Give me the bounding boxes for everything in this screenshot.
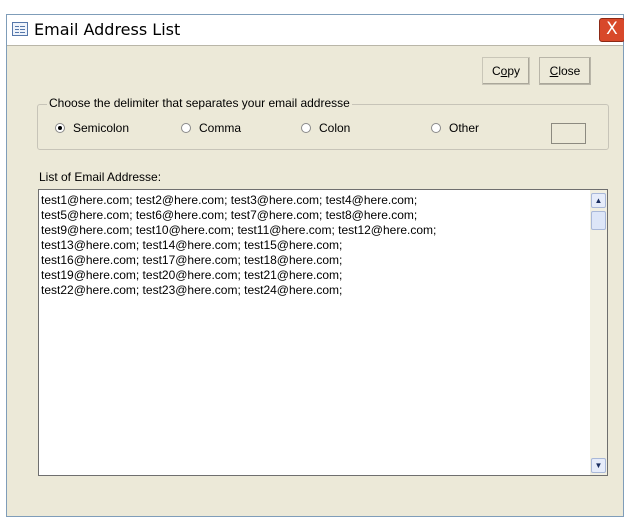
email-line: test9@here.com; test10@here.com; test11@…: [41, 223, 437, 237]
email-line: test13@here.com; test14@here.com; test15…: [41, 238, 343, 252]
copy-label-post: py: [507, 64, 521, 78]
close-button[interactable]: Close: [539, 57, 591, 85]
email-line: test1@here.com; test2@here.com; test3@he…: [41, 193, 418, 207]
radio-other[interactable]: Other: [431, 121, 479, 137]
radio-semicolon[interactable]: Semicolon: [55, 121, 129, 137]
email-line: test19@here.com; test20@here.com; test21…: [41, 268, 343, 282]
close-icon[interactable]: X: [599, 18, 624, 42]
radio-comma[interactable]: Comma: [181, 121, 241, 137]
radio-label-semicolon: Semicolon: [73, 121, 130, 135]
radio-colon[interactable]: Colon: [301, 121, 350, 137]
title-bar[interactable]: Email Address List X: [7, 15, 624, 46]
chevron-down-icon[interactable]: ▼: [591, 458, 606, 473]
form-icon: [12, 22, 28, 36]
radio-button-selected[interactable]: [55, 123, 65, 133]
radio-button[interactable]: [301, 123, 311, 133]
vertical-scrollbar[interactable]: ▲ ▼: [590, 190, 607, 475]
email-line: test5@here.com; test6@here.com; test7@he…: [41, 208, 418, 222]
copy-label-pre: C: [491, 64, 501, 78]
other-delimiter-input[interactable]: [551, 123, 586, 144]
radio-label-other: Other: [449, 121, 480, 135]
email-address-list-window: Email Address List X Copy Close Choose t…: [6, 14, 624, 517]
chevron-up-icon[interactable]: ▲: [591, 193, 606, 208]
email-list-label: List of Email Addresse:: [39, 170, 162, 184]
radio-button[interactable]: [181, 123, 191, 133]
scrollbar-thumb[interactable]: [591, 211, 606, 230]
email-line: test22@here.com; test23@here.com; test24…: [41, 283, 343, 297]
delimiter-group-legend: Choose the delimiter that separates your…: [47, 96, 352, 110]
email-list-content[interactable]: test1@here.com; test2@here.com; test3@he…: [41, 193, 436, 298]
window-title: Email Address List: [34, 20, 181, 39]
radio-label-comma: Comma: [199, 121, 242, 135]
copy-button[interactable]: Copy: [482, 57, 530, 85]
email-list-textbox[interactable]: test1@here.com; test2@here.com; test3@he…: [38, 189, 608, 476]
email-line: test16@here.com; test17@here.com; test18…: [41, 253, 343, 267]
radio-button[interactable]: [431, 123, 441, 133]
radio-label-colon: Colon: [319, 121, 351, 135]
close-label-post: lose: [558, 64, 581, 78]
